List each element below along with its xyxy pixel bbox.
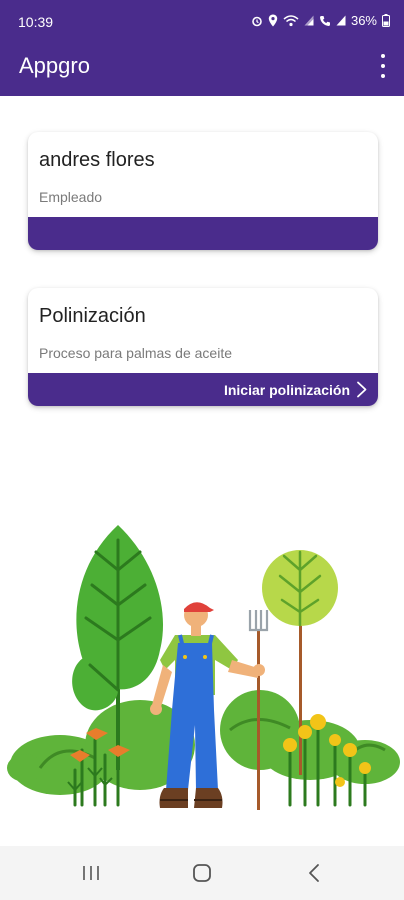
- status-time: 10:39: [18, 14, 54, 30]
- alarm-icon: [252, 16, 262, 26]
- process-title: Polinización: [39, 305, 146, 327]
- app-bar: 10:39 36% Appgro: [0, 0, 404, 96]
- start-pollination-button[interactable]: Iniciar polinización: [224, 373, 378, 406]
- signal-icon: [336, 15, 346, 26]
- user-role: Empleado: [39, 189, 103, 205]
- menu-dot: [381, 64, 385, 68]
- status-icons: 36%: [251, 13, 390, 28]
- location-icon: [268, 14, 278, 27]
- battery-icon: [382, 14, 390, 27]
- call-icon: [319, 15, 330, 26]
- signal-icon: [304, 15, 314, 26]
- recents-icon[interactable]: [78, 862, 104, 884]
- chevron-right-icon: [357, 381, 367, 398]
- user-name: andres flores: [39, 149, 155, 171]
- app-title: Appgro: [19, 53, 90, 78]
- back-icon[interactable]: [302, 862, 328, 884]
- menu-dot: [381, 54, 385, 58]
- home-icon[interactable]: [189, 862, 215, 884]
- system-nav-bar: [0, 846, 404, 900]
- user-card: andres flores Empleado: [28, 132, 378, 250]
- process-description: Proceso para palmas de aceite: [39, 345, 232, 361]
- battery-percent: 36%: [350, 13, 377, 28]
- more-vert-icon[interactable]: [378, 54, 388, 78]
- menu-dot: [381, 74, 385, 78]
- wifi-icon: [283, 14, 299, 26]
- start-pollination-label: Iniciar polinización: [223, 381, 350, 398]
- process-card: Polinización Proceso para palmas de acei…: [28, 288, 378, 406]
- user-card-footer: [28, 217, 378, 250]
- farmer-illustration: [7, 525, 400, 810]
- status-bar: 10:39 36%: [0, 0, 404, 44]
